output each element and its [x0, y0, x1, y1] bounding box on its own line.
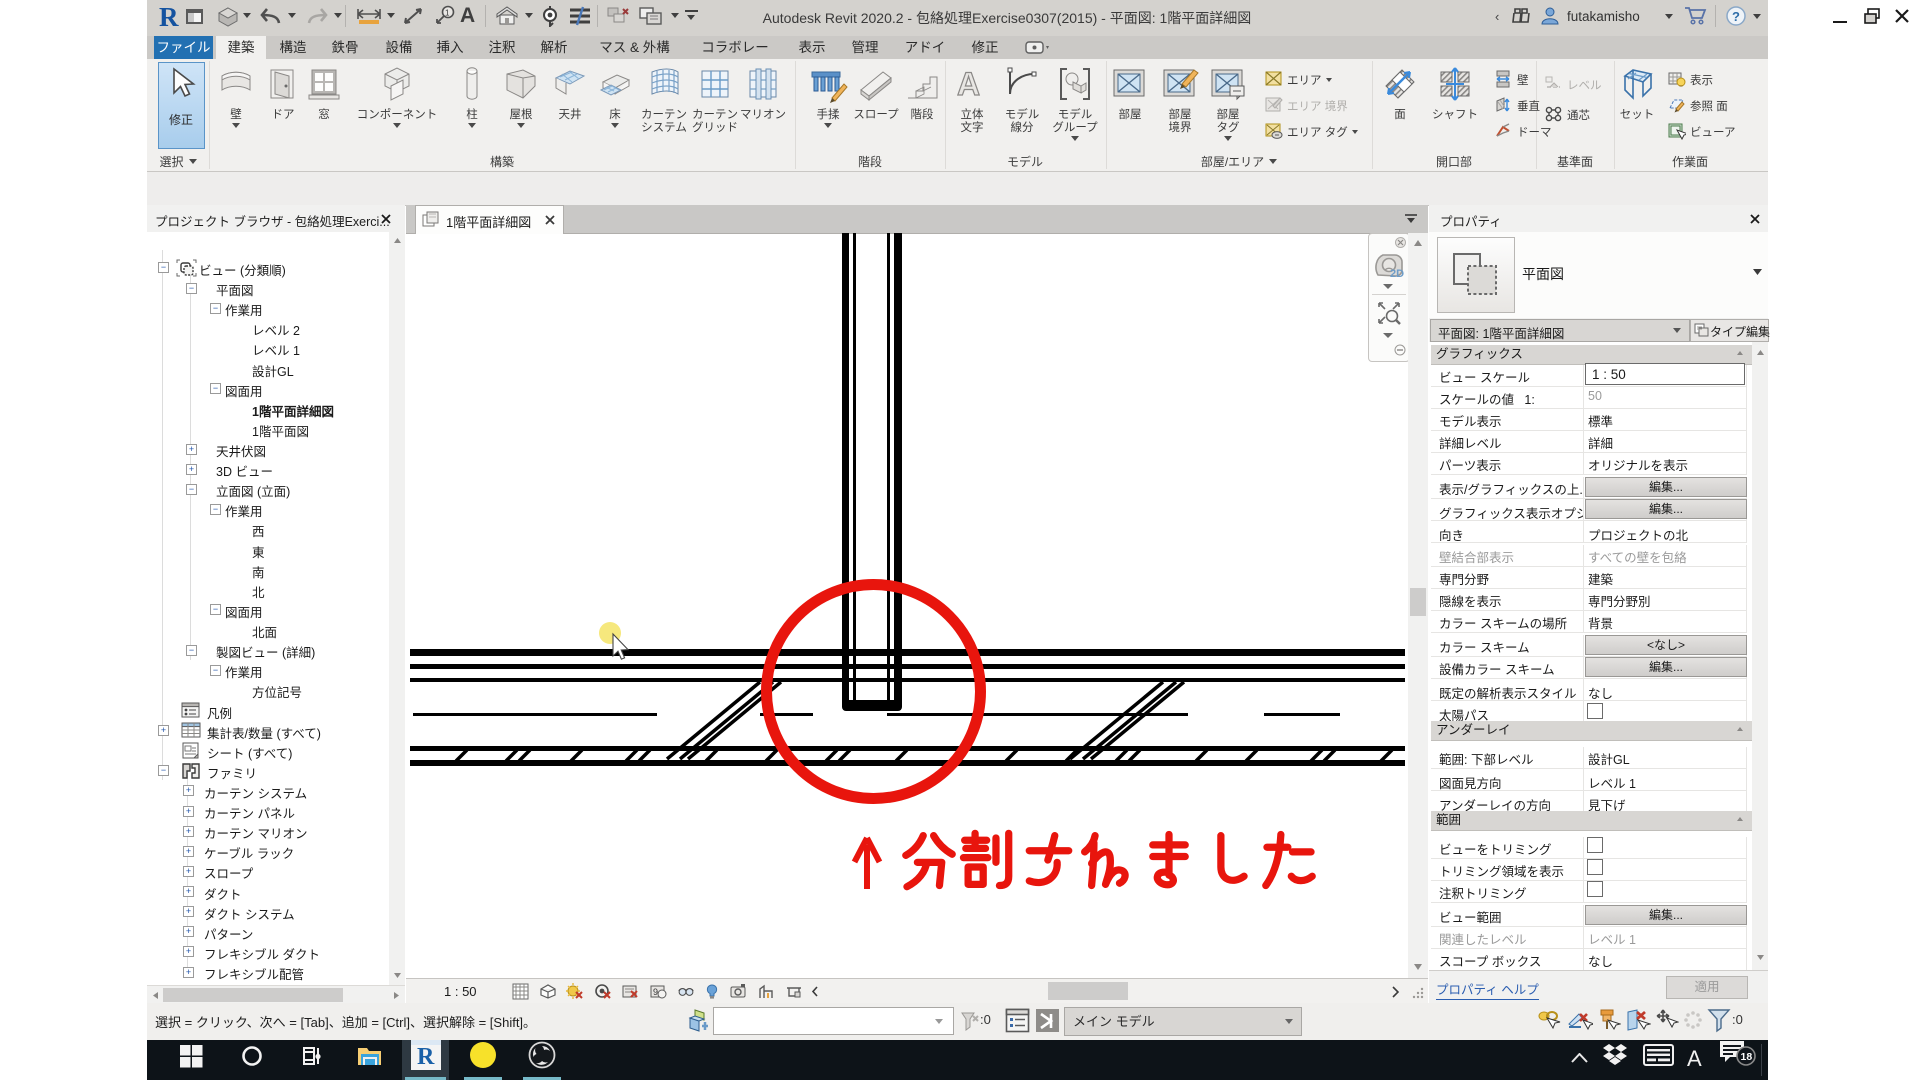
- svg-text:9: 9: [653, 987, 658, 997]
- svg-text:R: R: [159, 4, 179, 30]
- svg-text:?: ?: [1732, 9, 1740, 24]
- svg-text:A: A: [957, 66, 980, 102]
- svg-text:1: 1: [445, 9, 450, 18]
- svg-text:18: 18: [1741, 1051, 1753, 1063]
- svg-text:2D: 2D: [1390, 268, 1404, 280]
- svg-text:R: R: [417, 1044, 435, 1070]
